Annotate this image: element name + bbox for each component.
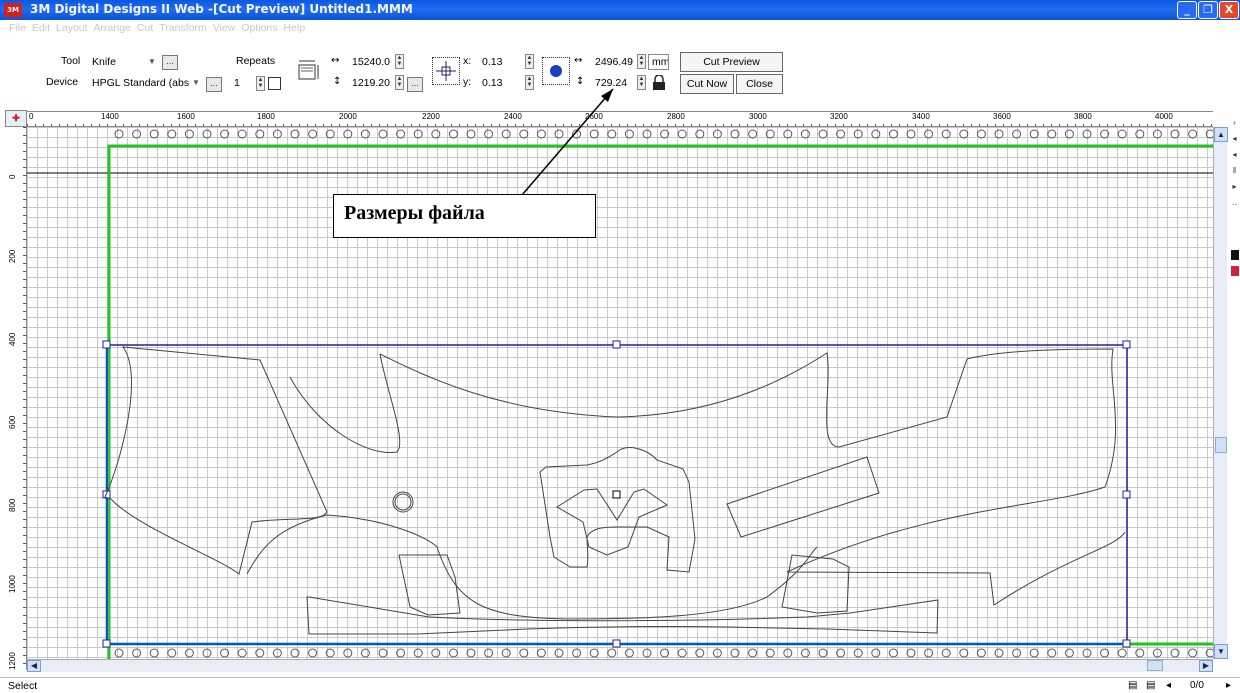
scroll-left-icon[interactable]: ◀ xyxy=(27,660,41,672)
expand-icon[interactable]: › xyxy=(1230,118,1239,127)
vertical-scroll-thumb[interactable] xyxy=(1215,437,1227,453)
move-left-icon[interactable]: ◂ xyxy=(1230,134,1239,143)
more-icon[interactable]: ‥ xyxy=(1230,198,1239,207)
horizontal-scrollbar[interactable]: ◀ ▶ xyxy=(27,659,1213,672)
scroll-right-icon[interactable]: ▶ xyxy=(1199,660,1213,672)
right-tool-strip: › ◂ ◂ ‖ ▸ ‥ xyxy=(1228,110,1240,680)
page-layout-alt-icon[interactable]: ▤ xyxy=(1146,680,1155,691)
pause-icon[interactable]: ‖ xyxy=(1230,166,1239,175)
move-next-icon[interactable]: ▸ xyxy=(1230,182,1239,191)
black-swatch-icon[interactable] xyxy=(1231,250,1239,260)
page-counter: 0/0 xyxy=(1190,680,1204,691)
scroll-down-icon[interactable]: ▼ xyxy=(1214,644,1228,659)
move-first-icon[interactable]: ◂ xyxy=(1230,150,1239,159)
status-mode: Select xyxy=(8,680,38,692)
annotation-label: Размеры файла xyxy=(333,194,596,238)
red-swatch-icon[interactable] xyxy=(1231,266,1239,276)
page-prev-icon[interactable]: ◂ xyxy=(1166,680,1171,691)
horizontal-scroll-thumb[interactable] xyxy=(1147,660,1163,671)
page-layout-icon[interactable]: ▤ xyxy=(1128,680,1137,691)
annotation-arrow xyxy=(521,88,614,196)
vertical-scrollbar[interactable]: ▲ ▼ xyxy=(1213,127,1228,659)
status-bar: Select ▤ ▤ ◂ 0/0 ▸ xyxy=(0,677,1240,693)
page-next-icon[interactable]: ▸ xyxy=(1226,680,1231,691)
scroll-up-icon[interactable]: ▲ xyxy=(1214,127,1228,142)
